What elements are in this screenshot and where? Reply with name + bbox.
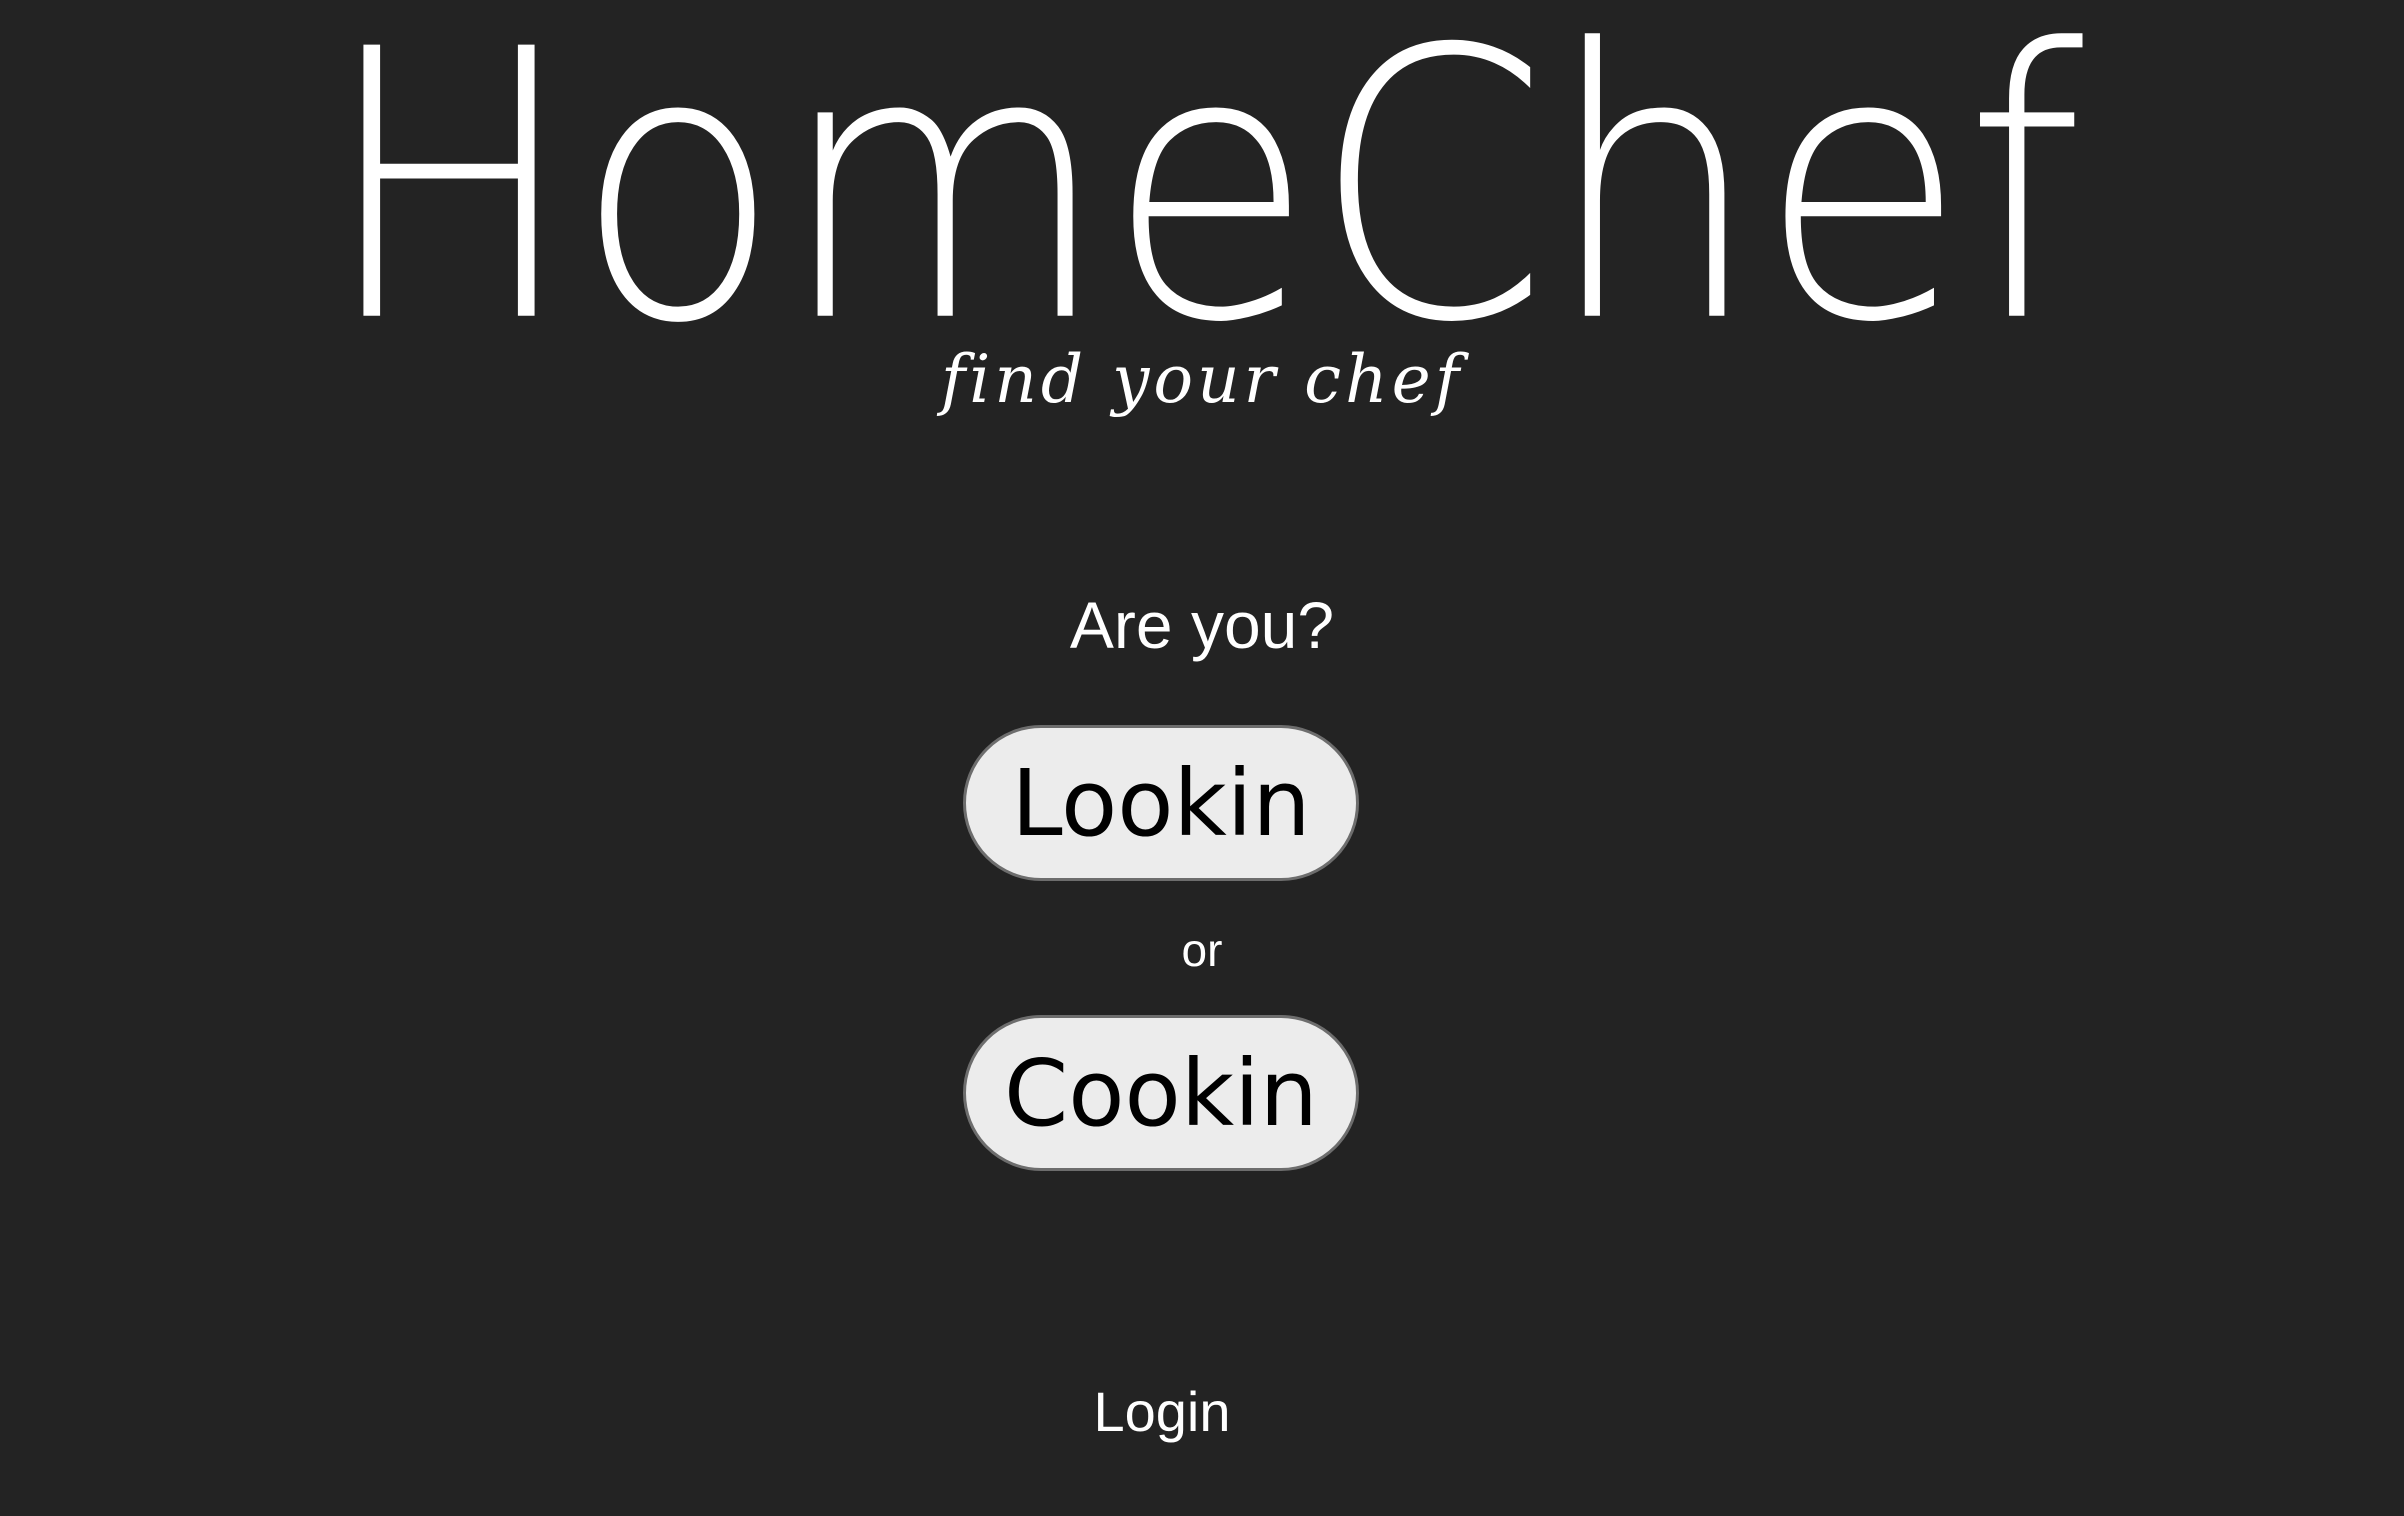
or-separator: or	[1181, 924, 1223, 976]
brand-title: HomeChef	[322, 0, 2083, 404]
lookin-button[interactable]: Lookin	[963, 725, 1359, 881]
role-prompt: Are you?	[1069, 588, 1335, 662]
landing-page: HomeChef find your chef Are you? Lookin …	[0, 0, 2404, 1516]
brand-tagline: find your chef	[940, 341, 1464, 418]
cookin-button[interactable]: Cookin	[963, 1015, 1359, 1171]
login-link[interactable]: Login	[1052, 1372, 1272, 1452]
